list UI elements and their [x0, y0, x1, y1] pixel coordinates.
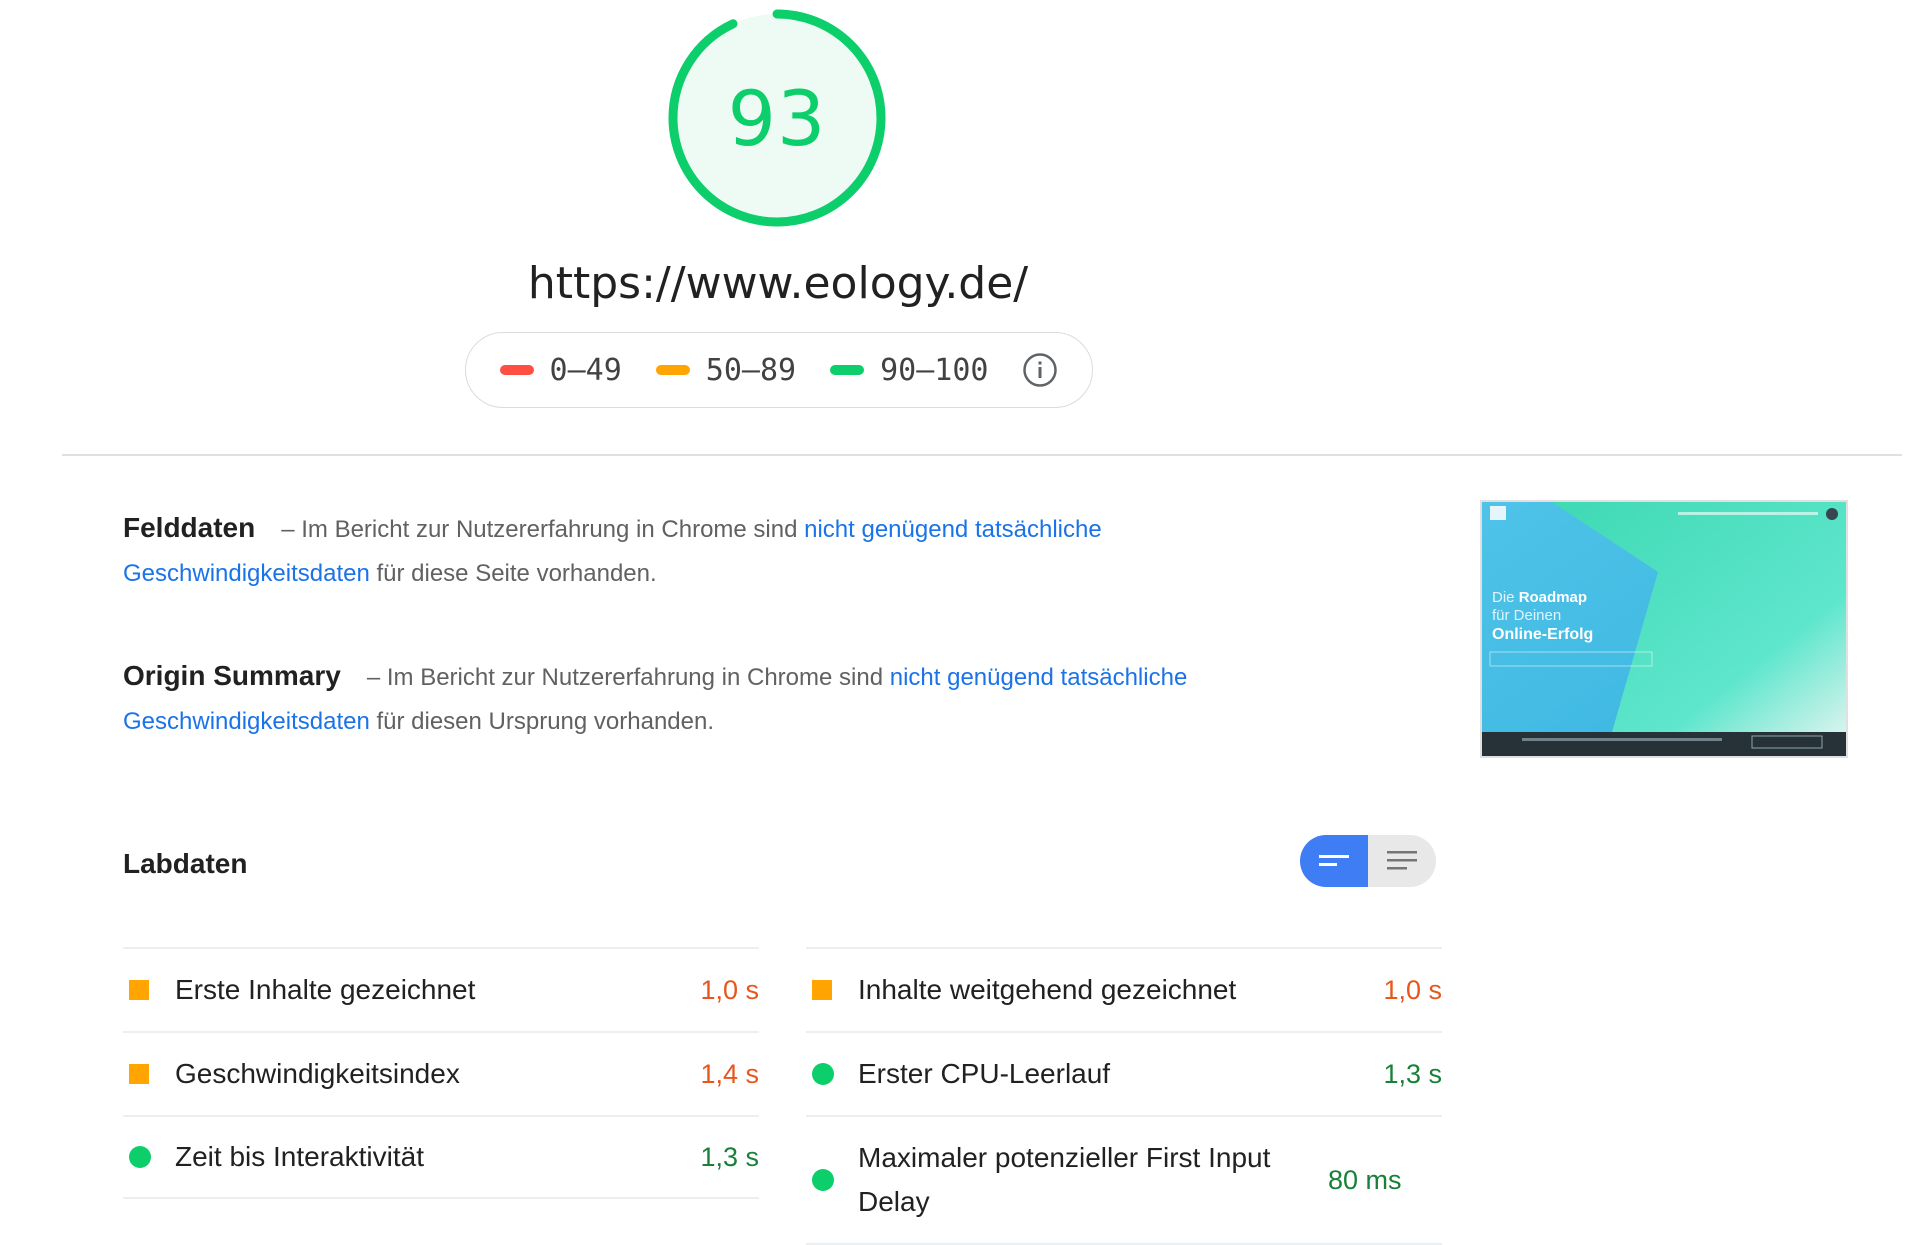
metric-row: Erste Inhalte gezeichnet 1,0 s	[123, 947, 759, 1031]
fail-swatch-icon	[499, 365, 534, 375]
field-data-title: Felddaten	[123, 512, 256, 543]
pass-circle-icon	[812, 1063, 846, 1085]
metric-value: 1,4 s	[700, 1058, 759, 1089]
legend-range: 50–89	[705, 352, 797, 388]
performance-score-gauge: 93	[666, 7, 888, 229]
average-square-icon	[129, 980, 163, 1000]
legend-item-pass: 90–100	[830, 353, 988, 388]
metric-label: Maximaler potenzieller First Input Delay	[858, 1142, 1271, 1217]
metric-row: Inhalte weitgehend gezeichnet 1,0 s	[806, 947, 1442, 1031]
score-value: 93	[727, 73, 827, 163]
svg-text:Die Roadmap: Die Roadmap	[1492, 589, 1587, 606]
section-divider	[62, 454, 1902, 456]
metric-row: Erster CPU-Leerlauf 1,3 s	[806, 1031, 1442, 1115]
pass-circle-icon	[129, 1146, 163, 1168]
average-square-icon	[129, 1064, 163, 1084]
lab-data-title: Labdaten	[123, 848, 248, 879]
page-url: https://www.eology.de/	[527, 258, 1029, 309]
metrics-view-toggle	[1300, 835, 1436, 887]
field-data-text-end: für diese Seite vorhanden.	[369, 560, 657, 587]
origin-summary-section: Origin Summary – Im Bericht zur Nutzererf…	[123, 654, 1293, 744]
field-data-text: – Im Bericht zur Nutzererfahrung in Chro…	[281, 516, 805, 543]
metrics-column-right: Inhalte weitgehend gezeichnet 1,0 s Erster…	[806, 947, 1442, 1245]
score-legend: 0–49 50–89 90–100	[465, 332, 1093, 408]
expanded-view-button[interactable]	[1368, 835, 1436, 887]
origin-summary-text-end: für diesen Ursprung vorhanden.	[369, 708, 715, 735]
metric-row: Geschwindigkeitsindex 1,4 s	[123, 1031, 759, 1115]
metric-row: Zeit bis Interaktivität 1,3 s	[123, 1115, 759, 1199]
expanded-view-icon	[1387, 851, 1417, 870]
metric-value: 1,3 s	[1383, 1058, 1442, 1089]
thumb-text-line2: für Deinen	[1492, 607, 1561, 624]
metrics-column-left: Erste Inhalte gezeichnet 1,0 s Geschwindig…	[123, 947, 759, 1199]
metric-label: Geschwindigkeitsindex	[175, 1058, 460, 1089]
origin-summary-text: – Im Bericht zur Nutzererfahrung in Chro…	[366, 664, 890, 691]
metric-value: 1,0 s	[1383, 974, 1442, 1005]
legend-range: 0–49	[549, 352, 622, 388]
metric-value: 1,0 s	[700, 974, 759, 1005]
metric-label: Erster CPU-Leerlauf	[858, 1058, 1111, 1089]
thumb-text-line3: Online-Erfolg	[1492, 626, 1593, 643]
page-screenshot-thumbnail: Die Roadmap für Deinen Online-Erfolg	[1480, 500, 1848, 758]
pass-swatch-icon	[830, 365, 865, 375]
metric-value: 80 ms	[1328, 1164, 1402, 1195]
field-data-section: Felddaten – Im Bericht zur Nutzererfahrun…	[123, 506, 1293, 596]
average-square-icon	[812, 980, 846, 1000]
metric-label: Zeit bis Interaktivität	[175, 1141, 424, 1172]
origin-summary-title: Origin Summary	[123, 660, 341, 691]
pass-circle-icon	[812, 1169, 846, 1191]
metric-row: Maximaler potenzieller First Input Delay…	[806, 1115, 1442, 1245]
thumb-text-bold: Roadmap	[1519, 589, 1587, 606]
metric-label: Inhalte weitgehend gezeichnet	[858, 974, 1237, 1005]
legend-item-fail: 0–49	[499, 352, 622, 388]
compact-view-button[interactable]	[1300, 835, 1368, 887]
compact-view-icon	[1319, 855, 1349, 866]
legend-item-average: 50–89	[655, 352, 797, 388]
thumb-text-light: Die	[1492, 589, 1519, 606]
thumbnail-image: Die Roadmap für Deinen Online-Erfolg	[1482, 502, 1846, 756]
legend-range: 90–100	[880, 352, 989, 388]
info-icon[interactable]	[1022, 352, 1058, 388]
average-swatch-icon	[655, 365, 690, 375]
metric-label: Erste Inhalte gezeichnet	[175, 974, 476, 1005]
metric-value: 1,3 s	[700, 1141, 759, 1172]
